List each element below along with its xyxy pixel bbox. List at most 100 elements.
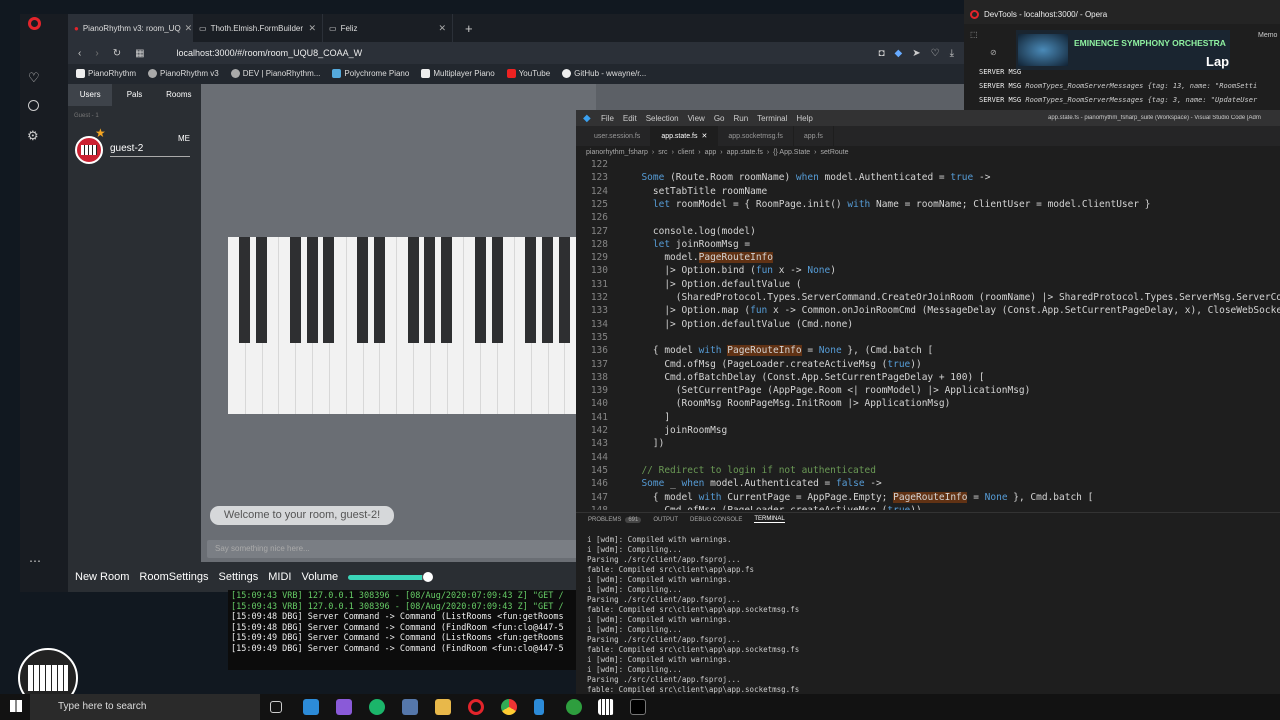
tabs-grid-icon[interactable]: ▦ xyxy=(135,48,144,59)
black-key[interactable] xyxy=(407,237,419,343)
black-key[interactable] xyxy=(525,237,537,343)
piano-app-icon[interactable] xyxy=(598,699,614,715)
black-key[interactable] xyxy=(424,237,436,343)
black-key[interactable] xyxy=(373,237,385,343)
heart-outline-icon[interactable]: ♡ xyxy=(931,48,940,59)
more-icon[interactable]: ⋯ xyxy=(29,554,41,568)
room-settings-button[interactable]: RoomSettings xyxy=(139,571,208,583)
tab-user-session[interactable]: user.session.fs xyxy=(584,126,652,146)
settings-button[interactable]: Settings xyxy=(219,571,259,583)
tab-terminal[interactable]: TERMINAL xyxy=(754,516,785,523)
camera-icon[interactable]: ◘ xyxy=(878,48,884,59)
app-icon[interactable] xyxy=(534,699,544,715)
close-icon[interactable]: ✕ xyxy=(185,23,192,34)
bookmark-pianorhythm-v3[interactable]: PianoRhythm v3 xyxy=(148,68,219,78)
user-name[interactable]: guest-2 xyxy=(110,143,190,157)
black-key[interactable] xyxy=(558,237,570,343)
bookmark-dev[interactable]: DEV | PianoRhythm... xyxy=(230,68,320,78)
black-key[interactable] xyxy=(357,237,369,343)
menu-go[interactable]: Go xyxy=(714,114,725,123)
code-editor[interactable]: 122 123 Some (Route.Room roomName) when m… xyxy=(576,158,1280,510)
tab-problems[interactable]: PROBLEMS xyxy=(588,517,621,523)
close-icon[interactable]: ✕ xyxy=(438,23,446,34)
tab-app-socketmsg[interactable]: app.socketmsg.fs xyxy=(718,126,794,146)
windows-start-icon[interactable] xyxy=(10,700,22,712)
menu-view[interactable]: View xyxy=(688,114,705,123)
xbox-icon[interactable] xyxy=(566,699,582,715)
bookmark-pianorhythm[interactable]: PianoRhythm xyxy=(76,68,136,78)
terminal-icon[interactable] xyxy=(630,699,646,715)
vscode-icon[interactable] xyxy=(303,699,319,715)
back-icon[interactable]: ‹ xyxy=(78,48,81,59)
clear-icon[interactable]: ⊘ xyxy=(990,48,997,57)
black-key[interactable] xyxy=(256,237,268,343)
black-key[interactable] xyxy=(289,237,301,343)
menu-terminal[interactable]: Terminal xyxy=(757,114,787,123)
bookmark-multiplayer[interactable]: Multiplayer Piano xyxy=(421,68,495,78)
midi-button[interactable]: MIDI xyxy=(268,571,291,583)
bookmark-polychrome[interactable]: Polychrome Piano xyxy=(332,68,409,78)
send-icon[interactable]: ➤ xyxy=(912,48,920,59)
task-view-icon[interactable] xyxy=(270,701,282,713)
tab-pals[interactable]: Pals xyxy=(112,84,156,106)
volume-slider[interactable] xyxy=(348,571,434,582)
inspect-icon[interactable]: ⬚ xyxy=(970,30,978,39)
settings-icon[interactable]: ⚙ xyxy=(27,128,39,144)
new-tab-button[interactable]: + xyxy=(453,21,473,36)
user-avatar[interactable] xyxy=(75,136,103,164)
black-key[interactable] xyxy=(441,237,453,343)
taskbar-search[interactable]: Type here to search xyxy=(30,694,260,720)
bookmark-github[interactable]: GitHub - wwayne/r... xyxy=(562,68,646,78)
tool-icon[interactable] xyxy=(402,699,418,715)
history-icon[interactable] xyxy=(28,100,39,111)
piano-keyboard[interactable] xyxy=(228,237,598,414)
tab-feliz[interactable]: ▭ Feliz ✕ xyxy=(323,14,453,42)
folder-icon[interactable] xyxy=(435,699,451,715)
tab-app-fs[interactable]: app.fs xyxy=(794,126,834,146)
breadcrumb-item[interactable]: client xyxy=(678,149,694,156)
breadcrumb-item[interactable]: src xyxy=(658,149,667,156)
tab-thoth[interactable]: ▭ Thoth.Elmish.FormBuilder ✕ xyxy=(193,14,323,42)
breadcrumb-item[interactable]: {} App.State xyxy=(773,149,810,156)
url-field[interactable]: localhost:3000/#/room/room_UQU8_COAA_W xyxy=(177,48,363,58)
tab-app-state[interactable]: app.state.fs ✕ xyxy=(651,126,719,146)
menu-edit[interactable]: Edit xyxy=(623,114,637,123)
bookmark-youtube[interactable]: YouTube xyxy=(506,68,550,78)
black-key[interactable] xyxy=(239,237,251,343)
forward-icon[interactable]: › xyxy=(95,48,98,59)
me-badge: ME xyxy=(178,134,190,143)
tab-rooms[interactable]: Rooms xyxy=(157,84,201,106)
menu-help[interactable]: Help xyxy=(796,114,812,123)
opera-logo-icon[interactable] xyxy=(28,17,41,30)
download-icon[interactable]: ⤓ xyxy=(950,48,954,59)
menu-run[interactable]: Run xyxy=(733,114,748,123)
chat-input[interactable]: Say something nice here... xyxy=(207,540,599,558)
tab-debug-console[interactable]: DEBUG CONSOLE xyxy=(690,517,742,523)
reload-icon[interactable]: ↻ xyxy=(113,48,121,59)
black-key[interactable] xyxy=(323,237,335,343)
black-key[interactable] xyxy=(474,237,486,343)
black-key[interactable] xyxy=(306,237,318,343)
breadcrumb-item[interactable]: pianorhythm_fsharp xyxy=(586,149,648,156)
close-icon[interactable]: ✕ xyxy=(702,132,708,140)
close-icon[interactable]: ✕ xyxy=(308,23,316,34)
gitkraken-icon[interactable] xyxy=(369,699,385,715)
tab-users[interactable]: Users xyxy=(68,84,113,106)
breadcrumb-item[interactable]: app xyxy=(705,149,717,156)
black-key[interactable] xyxy=(491,237,503,343)
visual-studio-icon[interactable] xyxy=(336,699,352,715)
black-key[interactable] xyxy=(542,237,554,343)
breadcrumb-item[interactable]: setRoute xyxy=(821,149,849,156)
opera-icon[interactable] xyxy=(468,699,484,715)
heart-icon[interactable]: ♡ xyxy=(28,70,40,86)
menu-file[interactable]: File xyxy=(601,114,614,123)
chrome-icon[interactable] xyxy=(501,699,517,715)
menu-selection[interactable]: Selection xyxy=(646,114,679,123)
tab-pianorhythm[interactable]: ● PianoRhythm v3: room_UQ ✕ xyxy=(68,14,193,42)
shield-icon[interactable]: ◆ xyxy=(895,48,903,59)
new-room-button[interactable]: New Room xyxy=(75,571,129,583)
tab-output[interactable]: OUTPUT xyxy=(653,517,678,523)
integrated-terminal[interactable]: i [wdm]: Compiled with warnings. i [wdm]:… xyxy=(576,535,1280,696)
editor-tabs: user.session.fs app.state.fs ✕ app.socket… xyxy=(576,126,1280,146)
breadcrumb-item[interactable]: app.state.fs xyxy=(727,149,763,156)
